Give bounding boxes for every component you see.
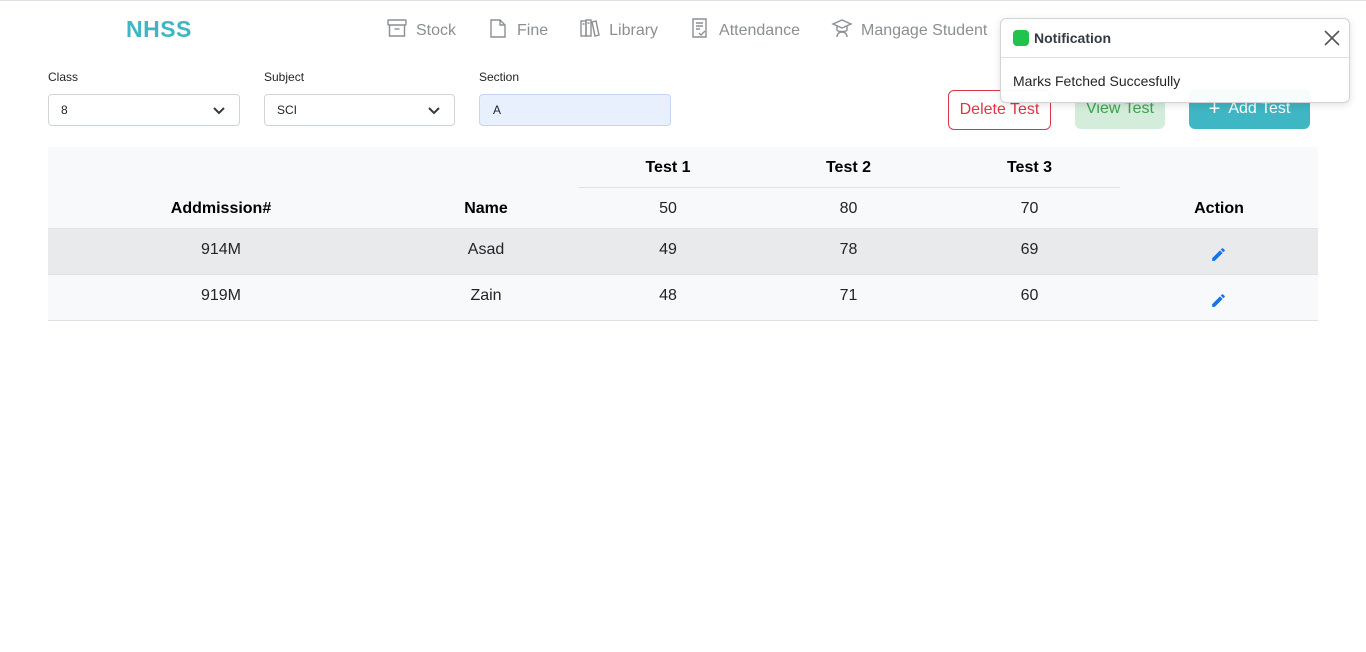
subject-label: Subject xyxy=(264,70,305,84)
subject-select-value: SCI xyxy=(277,103,298,117)
top-nav: Stock Fine Library Attendance Mangage St… xyxy=(386,17,1018,44)
cell-test-3: 60 xyxy=(1020,287,1039,304)
student-icon xyxy=(831,17,861,44)
table-header: Test 1 Test 2 Test 3 Addmission# Name 50… xyxy=(48,147,1318,229)
nav-label: Mangage Student xyxy=(861,21,988,39)
checklist-icon xyxy=(689,17,719,44)
header-admission: Addmission# xyxy=(170,200,272,217)
test-3-max-marks: 70 xyxy=(1020,200,1039,217)
header-test-3: Test 3 xyxy=(1006,159,1053,176)
chevron-down-icon xyxy=(428,104,440,116)
nav-item-attendance[interactable]: Attendance xyxy=(689,17,800,44)
chevron-down-icon xyxy=(213,104,225,116)
nav-label: Stock xyxy=(416,21,457,39)
nav-label: Attendance xyxy=(719,21,800,39)
nav-item-stock[interactable]: Stock xyxy=(386,17,456,44)
nav-item-library[interactable]: Library xyxy=(579,17,658,44)
class-label: Class xyxy=(48,70,79,84)
cell-test-1: 48 xyxy=(659,287,677,304)
header-name: Name xyxy=(464,200,508,217)
edit-pencil-icon[interactable] xyxy=(1210,246,1227,263)
header-test-2: Test 2 xyxy=(825,159,872,176)
close-icon[interactable] xyxy=(1323,29,1341,47)
cell-test-1: 49 xyxy=(659,241,677,258)
subject-select[interactable]: SCI xyxy=(264,94,455,126)
section-label: Section xyxy=(479,70,520,84)
header-action: Action xyxy=(1194,200,1244,217)
nav-label: Library xyxy=(609,21,659,39)
section-input-value: A xyxy=(493,103,502,117)
brand-logo-text[interactable]: NHSS xyxy=(126,16,192,43)
toast-header: Notification xyxy=(1001,19,1349,58)
nav-label: Fine xyxy=(517,21,549,39)
toast-message: Marks Fetched Succesfully xyxy=(1013,73,1181,89)
file-icon xyxy=(487,17,517,44)
header-divider xyxy=(578,187,1120,188)
class-select-value: 8 xyxy=(61,103,68,117)
cell-name: Zain xyxy=(470,287,502,304)
section-input[interactable]: A xyxy=(479,94,671,126)
books-icon xyxy=(579,17,609,44)
status-indicator-icon xyxy=(1013,30,1029,46)
toast-title: Notification xyxy=(1034,30,1111,46)
cell-test-2: 78 xyxy=(839,241,858,258)
table-row: 919M Zain 48 71 60 xyxy=(48,275,1318,321)
cell-test-2: 71 xyxy=(839,287,858,304)
marks-table: Test 1 Test 2 Test 3 Addmission# Name 50… xyxy=(48,147,1318,321)
cell-name: Asad xyxy=(467,241,505,258)
edit-pencil-icon[interactable] xyxy=(1210,292,1227,309)
cell-admission: 914M xyxy=(200,241,242,258)
notification-toast: Notification Marks Fetched Succesfully xyxy=(1000,18,1350,103)
test-1-max-marks: 50 xyxy=(659,200,677,217)
header-test-1: Test 1 xyxy=(645,159,691,176)
cell-test-3: 69 xyxy=(1020,241,1039,258)
table-row: 914M Asad 49 78 69 xyxy=(48,229,1318,275)
cell-admission: 919M xyxy=(200,287,242,304)
nav-item-fine[interactable]: Fine xyxy=(487,17,548,44)
archive-icon xyxy=(386,17,416,44)
nav-item-manage-student[interactable]: Mangage Student xyxy=(831,17,987,44)
class-select[interactable]: 8 xyxy=(48,94,240,126)
test-2-max-marks: 80 xyxy=(839,200,858,217)
